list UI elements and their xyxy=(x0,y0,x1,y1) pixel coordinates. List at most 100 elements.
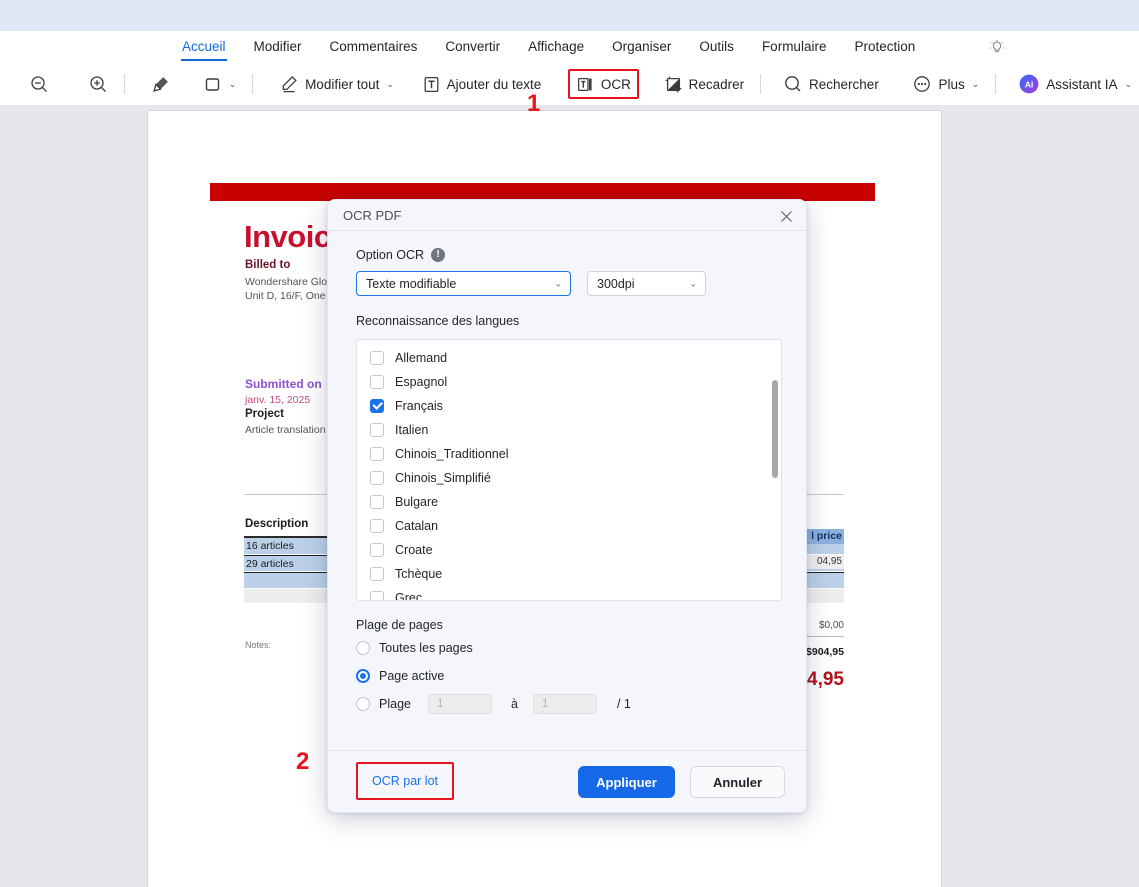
menu-bar: Accueil Modifier Commentaires Convertir … xyxy=(0,31,1139,63)
language-item-tcheque[interactable]: Tchèque xyxy=(357,562,781,586)
menu-items: Accueil Modifier Commentaires Convertir … xyxy=(168,31,929,63)
language-item-espagnol[interactable]: Espagnol xyxy=(357,370,781,394)
more-button[interactable]: Plus ⌄ xyxy=(905,69,986,99)
shape-button[interactable]: ⌄ xyxy=(196,69,244,99)
more-label: Plus xyxy=(938,76,965,92)
annotation-marker-1: 1 xyxy=(527,90,541,117)
language-scrollbar-thumb[interactable] xyxy=(772,380,778,478)
radio-all-pages-label: Toutes les pages xyxy=(379,641,473,655)
menu-item-convertir[interactable]: Convertir xyxy=(431,31,514,63)
zoom-out-icon xyxy=(29,74,49,94)
language-label: Français xyxy=(395,399,443,413)
checkbox-espagnol[interactable] xyxy=(370,375,384,389)
invoice-description-header: Description xyxy=(245,518,309,530)
ocr-options-row: Texte modifiable ⌄ 300dpi ⌄ xyxy=(356,271,778,296)
ocr-dpi-select[interactable]: 300dpi ⌄ xyxy=(587,271,706,296)
search-icon xyxy=(783,74,803,94)
checkbox-allemand[interactable] xyxy=(370,351,384,365)
menu-item-outils[interactable]: Outils xyxy=(685,31,748,63)
language-item-catalan[interactable]: Catalan xyxy=(357,514,781,538)
toolbar-divider-4 xyxy=(995,74,997,94)
toolbar-divider-2 xyxy=(252,74,254,94)
radio-all-pages[interactable]: Toutes les pages xyxy=(356,636,778,660)
edit-all-label: Modifier tout xyxy=(305,76,380,92)
language-label: Chinois_Simplifié xyxy=(395,471,491,485)
language-label: Bulgare xyxy=(395,495,439,509)
languages-label-text: Reconnaissance des langues xyxy=(356,314,520,328)
highlighter-button[interactable] xyxy=(144,69,178,99)
checkbox-chinois-simplifie[interactable] xyxy=(370,471,384,485)
language-item-grec[interactable]: Grec xyxy=(357,586,781,600)
annotation-marker-2: 2 xyxy=(296,748,310,775)
menu-item-modifier[interactable]: Modifier xyxy=(240,31,316,63)
menu-item-commentaires[interactable]: Commentaires xyxy=(316,31,432,63)
cancel-button[interactable]: Annuler xyxy=(690,766,785,798)
svg-text:AI: AI xyxy=(1025,80,1034,90)
language-item-bulgare[interactable]: Bulgare xyxy=(357,490,781,514)
edit-pencil-icon xyxy=(279,74,299,94)
radio-active-page-control[interactable] xyxy=(356,669,370,683)
menu-item-accueil[interactable]: Accueil xyxy=(168,31,240,63)
zoom-in-button[interactable] xyxy=(81,69,115,99)
batch-ocr-link[interactable]: OCR par lot xyxy=(372,774,438,788)
language-item-chinois-simplifie[interactable]: Chinois_Simplifié xyxy=(357,466,781,490)
checkbox-francais[interactable] xyxy=(370,399,384,413)
language-label: Croate xyxy=(395,543,433,557)
chevron-down-icon-2: ⌄ xyxy=(386,78,394,89)
dialog-footer: OCR par lot Appliquer Annuler xyxy=(328,750,806,812)
ai-assistant-button[interactable]: AI Assistant IA ⌄ xyxy=(1011,69,1139,99)
billed-to-address: Wondershare Glo Unit D, 16/F, One xyxy=(245,276,328,302)
radio-active-page[interactable]: Page active xyxy=(356,664,778,688)
range-to-input[interactable]: 1 xyxy=(532,694,597,714)
language-label: Allemand xyxy=(395,351,448,365)
checkbox-italien[interactable] xyxy=(370,423,384,437)
radio-all-pages-control[interactable] xyxy=(356,641,370,655)
apply-button[interactable]: Appliquer xyxy=(578,766,675,798)
dialog-header: OCR PDF xyxy=(328,200,806,231)
checkbox-grec[interactable] xyxy=(370,591,384,600)
radio-page-range-control[interactable] xyxy=(356,697,370,711)
ocr-dpi-value: 300dpi xyxy=(597,276,635,291)
close-icon[interactable] xyxy=(776,206,796,226)
chevron-down-icon-4: ⌄ xyxy=(1124,78,1133,89)
language-item-croate[interactable]: Croate xyxy=(357,538,781,562)
page-range-label: Plage de pages xyxy=(356,618,443,632)
menu-item-affichage[interactable]: Affichage xyxy=(514,31,598,63)
project-label: Project xyxy=(245,408,284,420)
checkbox-croate[interactable] xyxy=(370,543,384,557)
language-item-francais[interactable]: Français xyxy=(357,394,781,418)
range-from-input[interactable]: 1 xyxy=(427,694,492,714)
radio-page-range[interactable]: Plage 1 à 1 / 1 xyxy=(356,692,778,716)
project-description: Article translation xyxy=(245,424,326,436)
menu-item-formulaire[interactable]: Formulaire xyxy=(748,31,841,63)
ocr-button[interactable]: OCR xyxy=(567,69,639,99)
total-pages-label: / 1 xyxy=(616,697,631,711)
range-separator-label: à xyxy=(510,697,518,711)
language-item-chinois-traditionnel[interactable]: Chinois_Traditionnel xyxy=(357,442,781,466)
lightbulb-icon[interactable] xyxy=(988,39,1006,57)
option-ocr-label-row: Option OCR ! xyxy=(356,248,778,262)
radio-page-range-label: Plage xyxy=(379,697,411,711)
languages-label: Reconnaissance des langues xyxy=(356,314,778,328)
submitted-on-label: Submitted on xyxy=(245,377,322,391)
checkbox-tcheque[interactable] xyxy=(370,567,384,581)
edit-all-button[interactable]: Modifier tout ⌄ xyxy=(272,69,401,99)
language-list-box[interactable]: Allemand Espagnol Français Italien Chino… xyxy=(356,339,782,601)
menu-item-organiser[interactable]: Organiser xyxy=(598,31,685,63)
language-item-italien[interactable]: Italien xyxy=(357,418,781,442)
language-item-allemand[interactable]: Allemand xyxy=(357,346,781,370)
radio-active-page-label: Page active xyxy=(379,669,445,683)
zoom-out-button[interactable] xyxy=(22,69,56,99)
dialog-title: OCR PDF xyxy=(343,208,402,223)
checkbox-catalan[interactable] xyxy=(370,519,384,533)
ocr-mode-select[interactable]: Texte modifiable ⌄ xyxy=(356,271,571,296)
chevron-down-icon: ⌄ xyxy=(554,278,562,288)
crop-button[interactable]: Recadrer xyxy=(657,69,752,99)
checkbox-chinois-traditionnel[interactable] xyxy=(370,447,384,461)
search-button[interactable]: Rechercher xyxy=(776,69,886,99)
ai-assistant-label: Assistant IA xyxy=(1046,76,1118,92)
menu-item-protection[interactable]: Protection xyxy=(840,31,929,63)
info-icon[interactable]: ! xyxy=(431,248,446,262)
checkbox-bulgare[interactable] xyxy=(370,495,384,509)
language-label: Catalan xyxy=(395,519,439,533)
